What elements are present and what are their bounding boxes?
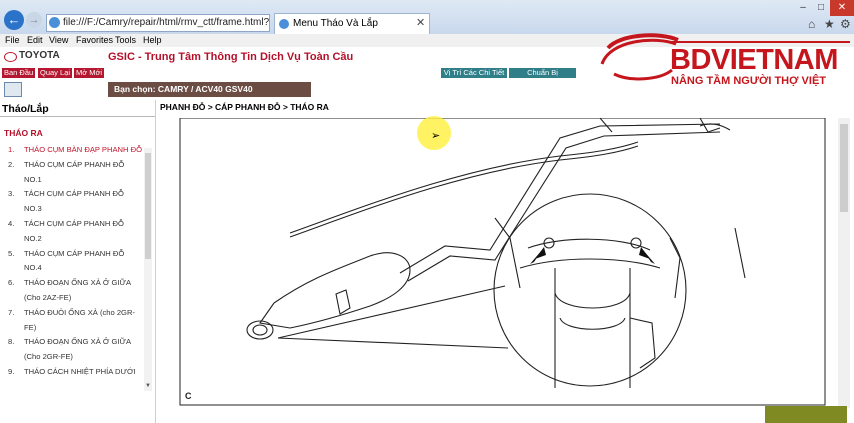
menu-help[interactable]: Help xyxy=(143,34,162,47)
close-window-icon[interactable]: ✕ xyxy=(830,0,854,16)
scroll-down-arrow-icon[interactable]: ▼ xyxy=(145,383,151,389)
green-banner xyxy=(765,406,847,423)
address-bar[interactable]: file:///F:/Camry/repair/html/rmv_ctt/fra… xyxy=(46,14,270,32)
menu-tools[interactable]: Tools xyxy=(115,34,136,47)
brand-name: TOYOTA xyxy=(19,50,60,61)
close-tab-icon[interactable]: ✕ xyxy=(416,16,425,29)
list-item[interactable]: 7. THÁO ĐUÔI ỐNG XẢ (cho 2GR-FE) xyxy=(8,306,142,336)
item-number: 6. xyxy=(8,278,15,288)
minimize-icon[interactable]: – xyxy=(794,0,812,16)
home-start-button[interactable]: Ban Đầu xyxy=(2,68,36,78)
list-item[interactable]: 9. THÁO CÁCH NHIỆT PHÍA DƯỚI xyxy=(8,365,142,380)
menu-favorites[interactable]: Favorites xyxy=(76,34,113,47)
item-number: 7. xyxy=(8,307,15,317)
list-item[interactable]: 4. TÁCH CỤM CÁP PHANH ĐỖ NO.2 xyxy=(8,217,142,247)
item-number: 5. xyxy=(8,248,15,258)
item-label: THÁO ĐOẠN ỐNG XẢ Ở GIỮA (Cho 2AZ-FE) xyxy=(24,278,131,302)
tab-ie-icon xyxy=(279,19,289,29)
procedure-list: 1. THÁO CỤM BÀN ĐẠP PHANH ĐỖ 2. THÁO CỤM C… xyxy=(8,143,142,380)
item-number: 1. xyxy=(8,145,15,154)
back-button[interactable]: Quay Lại xyxy=(38,68,73,78)
home-icon[interactable]: ⌂ xyxy=(808,17,815,31)
mouse-cursor-icon: ➢ xyxy=(431,130,441,142)
item-label: THÁO CỤM BÀN ĐẠP PHANH ĐỖ xyxy=(24,145,142,154)
ie-page-icon xyxy=(49,17,60,28)
main-scroll-thumb[interactable] xyxy=(840,124,848,212)
item-label: THÁO ĐOẠN ỐNG XẢ Ở GIỮA (Cho 2GR-FE) xyxy=(24,337,131,362)
sidebar-section-heading: THÁO RA xyxy=(4,128,43,138)
sidebar-border xyxy=(155,100,156,423)
list-item[interactable]: 8. THÁO ĐOẠN ỐNG XẢ Ở GIỮA (Cho 2GR-FE) xyxy=(8,335,142,365)
forward-arrow-icon[interactable]: → xyxy=(26,12,42,28)
item-label: TÁCH CỤM CÁP PHANH ĐỖ NO.2 xyxy=(24,218,124,243)
toyota-logo-icon xyxy=(4,52,17,62)
item-number: 8. xyxy=(8,337,15,347)
item-label: TÁCH CỤM CÁP PHANH ĐỖ NO.3 xyxy=(24,189,124,214)
menu-file[interactable]: File xyxy=(5,34,20,47)
exhaust-diagram: C xyxy=(179,118,826,406)
open-new-button[interactable]: Mở Mới xyxy=(74,68,105,78)
gear-icon[interactable]: ⚙ xyxy=(840,17,851,31)
model-selection: Bạn chọn: CAMRY / ACV40 GSV40 xyxy=(108,82,311,97)
back-arrow-icon[interactable]: ← xyxy=(4,10,24,30)
menu-view[interactable]: View xyxy=(49,34,68,47)
watermark-tagline: NÂNG TẦM NGƯỜI THỢ VIỆT xyxy=(671,75,826,87)
browser-tab[interactable]: Menu Tháo Và Lắp xyxy=(274,13,430,34)
page-title: GSIC - Trung Tâm Thông Tin Dịch Vụ Toàn … xyxy=(108,51,354,63)
item-label: THÁO CÁCH NHIỆT PHÍA DƯỚI xyxy=(24,366,136,376)
item-number: 9. xyxy=(8,366,15,376)
list-item[interactable]: 6. THÁO ĐOẠN ỐNG XẢ Ở GIỮA (Cho 2AZ-FE) xyxy=(8,276,142,306)
sidebar-title: Tháo/Lắp xyxy=(2,103,49,115)
item-label: THÁO CỤM CÁP PHANH ĐỖ NO.1 xyxy=(24,159,125,184)
preparation-button[interactable]: Chuẩn Bị xyxy=(509,68,576,78)
item-number: 2. xyxy=(8,159,15,169)
list-item[interactable]: 2. THÁO CỤM CÁP PHANH ĐỖ NO.1 xyxy=(8,158,142,188)
item-label: THÁO CỤM CÁP PHANH ĐỖ NO.4 xyxy=(24,248,125,273)
menu-edit[interactable]: Edit xyxy=(27,34,43,47)
print-icon[interactable] xyxy=(4,82,22,97)
maximize-icon[interactable]: □ xyxy=(812,0,830,16)
favorites-star-icon[interactable]: ★ xyxy=(824,17,835,31)
parts-location-button[interactable]: Vị Trí Các Chi Tiết xyxy=(441,68,507,78)
sidebar-divider xyxy=(0,116,155,117)
list-item[interactable]: 3. TÁCH CỤM CÁP PHANH ĐỖ NO.3 xyxy=(8,187,142,217)
item-number: 3. xyxy=(8,189,15,199)
item-number: 4. xyxy=(8,218,15,228)
item-label: THÁO ĐUÔI ỐNG XẢ (cho 2GR-FE) xyxy=(24,307,135,332)
list-item[interactable]: 5. THÁO CỤM CÁP PHANH ĐỖ NO.4 xyxy=(8,247,142,277)
list-item[interactable]: 1. THÁO CỤM BÀN ĐẠP PHANH ĐỖ xyxy=(8,143,142,158)
breadcrumb: PHANH ĐỖ > CÁP PHANH ĐỖ > THÁO RA xyxy=(160,102,329,112)
watermark-name: BDVIETNAM xyxy=(670,44,838,76)
figure-label: C xyxy=(185,391,192,401)
sidebar-scroll-thumb[interactable] xyxy=(145,153,151,259)
